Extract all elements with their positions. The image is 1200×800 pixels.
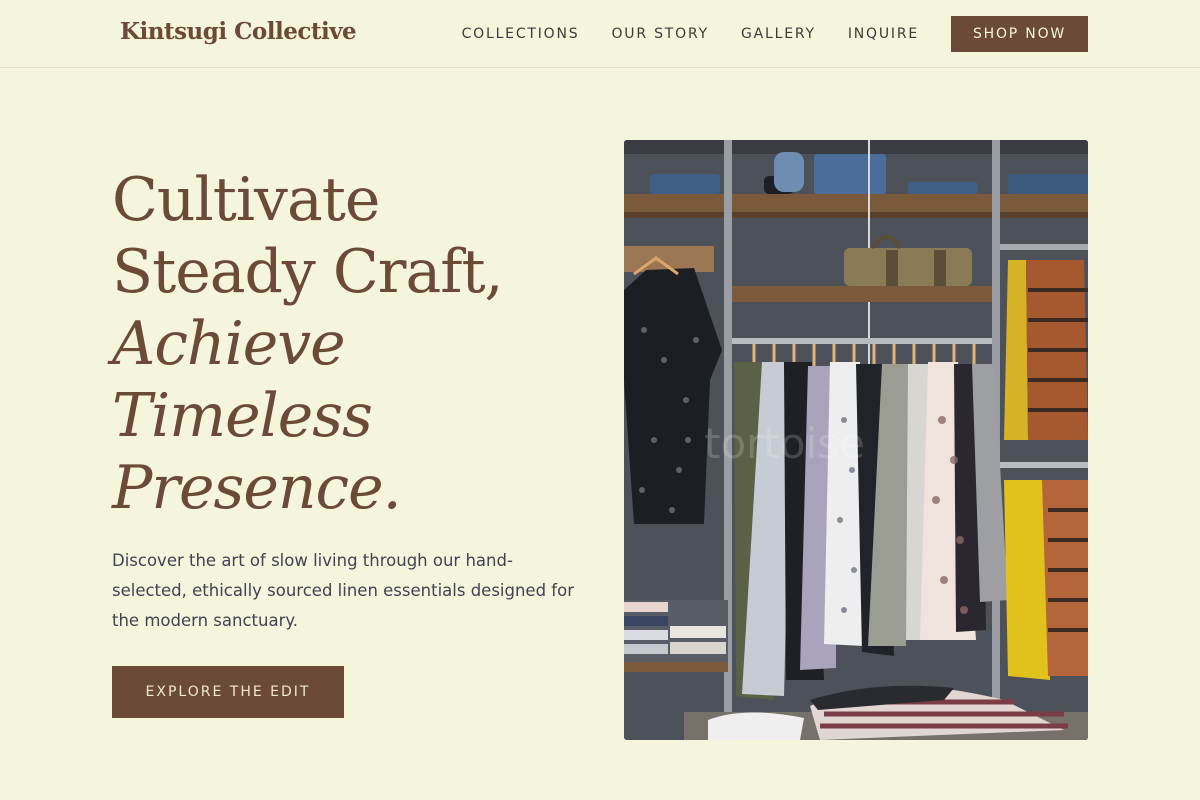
- nav-link-gallery[interactable]: GALLERY: [741, 26, 816, 42]
- headline-line-5: Presence.: [112, 453, 402, 523]
- shop-now-button[interactable]: SHOP NOW: [951, 16, 1088, 52]
- main-nav: COLLECTIONS OUR STORY GALLERY INQUIRE SH…: [462, 0, 1088, 68]
- closet-clothing-illustration: tortoise: [624, 140, 1088, 740]
- explore-the-edit-button[interactable]: EXPLORE THE EDIT: [112, 666, 344, 718]
- headline-line-3: Achieve: [112, 309, 346, 379]
- hero-description: Discover the art of slow living through …: [112, 551, 574, 630]
- nav-link-collections[interactable]: COLLECTIONS: [462, 26, 580, 42]
- brand-logo[interactable]: Kintsugi Collective: [120, 18, 357, 45]
- hero-image: tortoise: [624, 140, 1088, 740]
- headline-line-2: Steady Craft,: [112, 237, 504, 307]
- headline-line-4: Timeless: [112, 381, 373, 451]
- headline-line-1: Cultivate: [112, 165, 380, 235]
- site-header: Kintsugi Collective COLLECTIONS OUR STOR…: [0, 0, 1200, 68]
- hero-headline: Cultivate Steady Craft, Achieve Timeless…: [112, 164, 572, 524]
- nav-link-inquire[interactable]: INQUIRE: [848, 26, 919, 42]
- nav-link-our-story[interactable]: OUR STORY: [611, 26, 709, 42]
- svg-text:tortoise: tortoise: [704, 419, 865, 468]
